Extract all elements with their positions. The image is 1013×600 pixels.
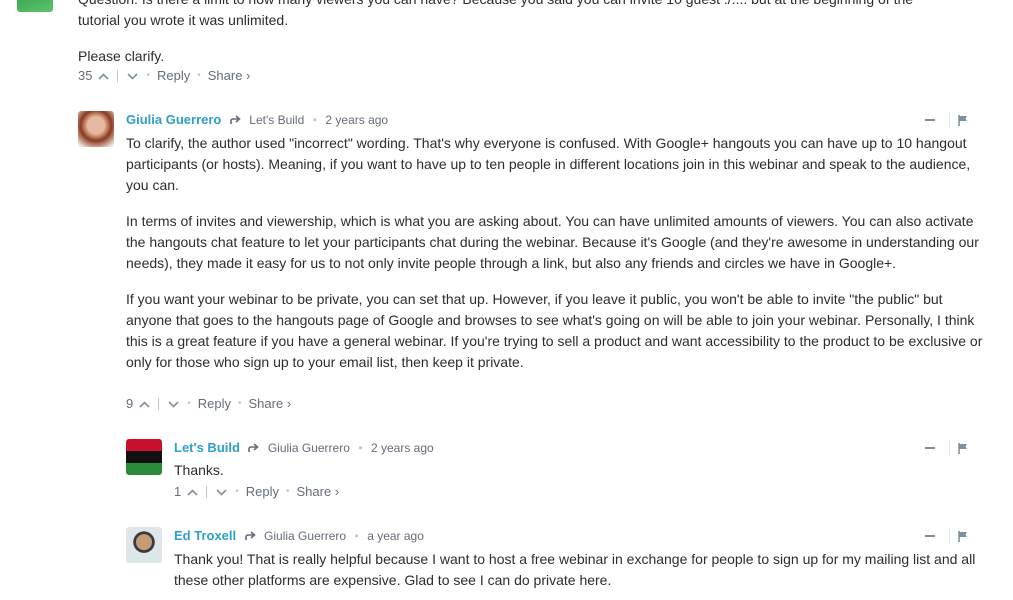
comment-paragraph: In terms of invites and viewership, whic… xyxy=(126,213,979,271)
author-name[interactable]: Let's Build xyxy=(174,440,240,455)
comment-paragraph: Thank you! That is really helpful becaus… xyxy=(174,551,976,588)
comment-text: Question: Is there a limit to how many v… xyxy=(78,0,978,10)
separator-dot: • xyxy=(286,486,290,497)
comment-footer: 1 • Reply • Share › xyxy=(174,484,339,499)
comment-paragraph: If you want your webinar to be private, … xyxy=(126,291,983,370)
comment-controls xyxy=(925,111,968,129)
vote-count: 35 xyxy=(78,68,93,83)
downvote-icon[interactable] xyxy=(214,485,228,499)
share-button[interactable]: Share › xyxy=(208,68,251,83)
collapse-icon[interactable] xyxy=(925,119,935,121)
comment-header: Let's Build Giulia Guerrero • 2 years ag… xyxy=(174,440,434,455)
flag-icon[interactable] xyxy=(958,114,968,126)
comment-header: Ed Troxell Giulia Guerrero • a year ago xyxy=(174,528,424,543)
vote-divider xyxy=(117,69,119,82)
comment-body: Thank you! That is really helpful becaus… xyxy=(174,549,984,591)
comment-footer: 9 • Reply • Share › xyxy=(126,396,291,411)
comment-footer: 35 • Reply • Share › xyxy=(78,68,250,83)
reply-button[interactable]: Reply xyxy=(246,484,279,499)
timestamp[interactable]: 2 years ago xyxy=(371,441,434,455)
comment-text: tutorial you wrote it was unlimited. xyxy=(78,12,289,28)
reply-button[interactable]: Reply xyxy=(198,396,231,411)
flag-icon[interactable] xyxy=(958,530,968,542)
comment-body: Question: Is there a limit to how many v… xyxy=(78,0,978,67)
divider xyxy=(949,527,950,545)
reply-to-author[interactable]: Giulia Guerrero xyxy=(268,441,350,455)
upvote-icon[interactable] xyxy=(96,69,110,83)
comment-text: Please clarify. xyxy=(78,48,165,64)
downvote-icon[interactable] xyxy=(125,69,139,83)
upvote-icon[interactable] xyxy=(185,485,199,499)
separator-dot: • xyxy=(197,70,201,81)
comment-controls xyxy=(925,527,968,545)
flag-icon[interactable] xyxy=(958,442,968,454)
comment-body: Thanks. xyxy=(174,460,984,481)
comment-body: To clarify, the author used "incorrect" … xyxy=(126,133,984,373)
avatar[interactable] xyxy=(78,111,114,147)
separator-dot: • xyxy=(146,70,150,81)
reply-arrow-icon xyxy=(244,531,256,540)
separator-dot: • xyxy=(235,486,239,497)
reply-to-author[interactable]: Giulia Guerrero xyxy=(264,529,346,543)
comment-controls xyxy=(925,439,968,457)
reply-arrow-icon xyxy=(248,443,260,452)
reply-button[interactable]: Reply xyxy=(157,68,190,83)
separator-dot: • xyxy=(238,398,242,409)
vote-divider xyxy=(158,397,160,410)
comment-header: Giulia Guerrero Let's Build • 2 years ag… xyxy=(126,112,389,127)
author-name[interactable]: Giulia Guerrero xyxy=(126,112,221,127)
upvote-icon[interactable] xyxy=(137,397,151,411)
vote-count: 9 xyxy=(126,396,134,411)
avatar[interactable] xyxy=(126,527,162,563)
comment-paragraph: To clarify, the author used "incorrect" … xyxy=(126,135,971,193)
reply-to-author[interactable]: Let's Build xyxy=(249,113,304,127)
collapse-icon[interactable] xyxy=(925,535,935,537)
divider xyxy=(949,439,950,457)
downvote-icon[interactable] xyxy=(166,397,180,411)
share-button[interactable]: Share › xyxy=(297,484,340,499)
divider xyxy=(949,111,950,129)
vote-divider xyxy=(206,485,208,498)
separator-dot: • xyxy=(187,398,191,409)
reply-arrow-icon xyxy=(230,115,241,124)
avatar[interactable] xyxy=(17,0,53,12)
collapse-icon[interactable] xyxy=(925,447,935,449)
share-button[interactable]: Share › xyxy=(249,396,292,411)
vote-count: 1 xyxy=(174,484,182,499)
comment-paragraph: Thanks. xyxy=(174,462,224,478)
author-name[interactable]: Ed Troxell xyxy=(174,528,236,543)
timestamp[interactable]: 2 years ago xyxy=(325,113,388,127)
timestamp[interactable]: a year ago xyxy=(367,529,424,543)
avatar[interactable] xyxy=(126,439,162,475)
